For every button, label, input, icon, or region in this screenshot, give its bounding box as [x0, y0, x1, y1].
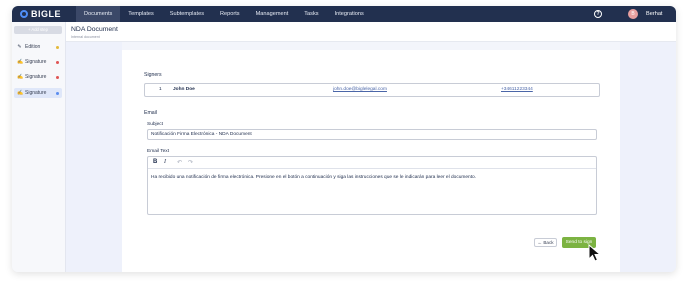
content-background: [620, 42, 676, 272]
undo-icon[interactable]: ↶: [177, 159, 182, 166]
sidebar-item-signature-2[interactable]: ✍ Signature: [14, 72, 62, 82]
email-body-text: Ha recibido una notificación de firma el…: [151, 175, 477, 180]
status-dot: [56, 60, 59, 64]
back-button[interactable]: ← Back: [534, 238, 557, 247]
sidebar-item-label: Signature: [25, 90, 47, 96]
nav-integrations[interactable]: Integrations: [327, 6, 372, 22]
user-name[interactable]: Berhat: [646, 6, 662, 22]
email-text-editor[interactable]: B I ↶ ↷ Ha recibido una notificación de …: [147, 156, 597, 215]
sidebar-item-signature-3[interactable]: ✍ Signature: [14, 88, 62, 98]
status-dot: [56, 91, 59, 95]
help-icon[interactable]: ?: [594, 10, 602, 18]
edit-icon: ✎: [17, 44, 22, 50]
logo-text: BIGLE: [31, 9, 62, 19]
nav-tasks[interactable]: Tasks: [296, 6, 326, 22]
status-dot: [56, 75, 59, 79]
sidebar-item-label: Signature: [25, 74, 47, 80]
sidebar-item-edition[interactable]: ✎ Edition: [14, 42, 62, 52]
top-navbar: BIGLE Documents Templates Subtemplates R…: [12, 6, 676, 22]
signer-index: 1: [159, 87, 162, 92]
app-window: BIGLE Documents Templates Subtemplates R…: [12, 6, 676, 272]
status-dot: [56, 45, 59, 49]
nav-subtemplates[interactable]: Subtemplates: [162, 6, 212, 22]
signature-icon: ✍: [17, 59, 24, 65]
nav-templates[interactable]: Templates: [120, 6, 162, 22]
nav-management[interactable]: Management: [248, 6, 297, 22]
nav-documents[interactable]: Documents: [76, 6, 121, 22]
italic-icon[interactable]: I: [164, 159, 166, 165]
signer-name: John Doe: [173, 87, 195, 92]
sidebar-item-signature-1[interactable]: ✍ Signature: [14, 57, 62, 67]
page-title: NDA Document: [71, 26, 118, 33]
mouse-pointer-icon: [588, 244, 602, 262]
redo-icon[interactable]: ↷: [188, 159, 193, 166]
signer-row[interactable]: 1 John Doe john.doe@biglelegal.com +3461…: [144, 83, 600, 97]
main-nav: Documents Templates Subtemplates Reports…: [76, 6, 372, 22]
bigle-logo[interactable]: BIGLE: [20, 9, 61, 19]
nav-reports[interactable]: Reports: [212, 6, 248, 22]
document-header: NDA Document Internal document: [66, 22, 676, 42]
signature-step-card: Signers 1 John Doe john.doe@biglelegal.c…: [122, 50, 620, 272]
subject-input[interactable]: Notificación Firma Electrónica - NDA Doc…: [147, 129, 597, 140]
avatar[interactable]: B: [628, 9, 638, 19]
email-text-label: Email Text: [147, 149, 170, 154]
content-background: [66, 42, 122, 272]
add-step-button[interactable]: + Add step: [14, 26, 62, 34]
signers-label: Signers: [144, 72, 162, 78]
signature-icon: ✍: [17, 90, 24, 96]
sidebar-item-label: Edition: [25, 44, 41, 50]
logo-mark-icon: [20, 10, 28, 18]
steps-sidebar: + Add step ✎ Edition ✍ Signature ✍ Signa…: [12, 22, 66, 272]
subject-value: Notificación Firma Electrónica - NDA Doc…: [151, 132, 252, 137]
page-subtitle: Internal document: [71, 34, 100, 39]
email-section-label: Email: [144, 110, 157, 116]
subject-label: Subject: [147, 122, 163, 127]
editor-toolbar: B I ↶ ↷: [148, 157, 596, 169]
bold-icon[interactable]: B: [153, 159, 157, 165]
signer-email[interactable]: john.doe@biglelegal.com: [333, 84, 387, 96]
signature-icon: ✍: [17, 74, 24, 80]
signer-phone[interactable]: +34611223344: [501, 84, 533, 96]
sidebar-item-label: Signature: [25, 59, 47, 65]
